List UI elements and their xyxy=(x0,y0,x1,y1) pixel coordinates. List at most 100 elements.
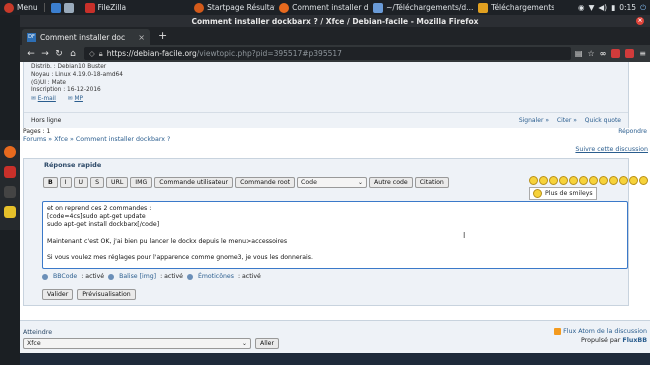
quick-quote-link[interactable]: Quick quote xyxy=(585,117,621,124)
folder-icon xyxy=(478,2,489,13)
smiley-icon[interactable] xyxy=(599,176,608,185)
new-tab-icon[interactable]: + xyxy=(158,29,167,42)
help-icon xyxy=(108,273,115,280)
smiley-icon[interactable] xyxy=(529,176,538,185)
chevron-down-icon: ⌄ xyxy=(241,340,247,347)
taskbar-item-terminal[interactable]: ~/Téléchargements/d... xyxy=(369,0,474,15)
help-icon xyxy=(42,273,48,280)
tab-active[interactable]: DF Comment installer doc × xyxy=(22,29,150,45)
reader-icon[interactable]: ▤ xyxy=(575,49,583,58)
bbcode-link[interactable]: BBCode xyxy=(53,273,77,280)
user-distrib: Distrib. : Debian10 Buster xyxy=(31,64,107,70)
submit-button[interactable]: Valider xyxy=(42,289,74,300)
url-button[interactable]: URL xyxy=(106,177,129,188)
user-command-button[interactable]: Commande utilisateur xyxy=(154,177,234,188)
strike-button[interactable]: S xyxy=(90,177,105,188)
smiley-icon[interactable] xyxy=(549,176,558,185)
user-gui: (G)UI : Mate xyxy=(31,79,66,86)
emoticons-link[interactable]: Émoticônes xyxy=(198,273,234,280)
firefox-icon[interactable] xyxy=(4,146,16,158)
smiley-icon[interactable] xyxy=(619,176,628,185)
img-tag-link[interactable]: Balise [img] xyxy=(119,273,156,280)
footer-section: Atteindre Xfce ⌄ Aller Flux Atom de la d… xyxy=(20,320,650,365)
pagination: Pages : 1 Répondre xyxy=(20,128,650,136)
smiley-icon[interactable] xyxy=(559,176,568,185)
mp-link[interactable]: ✉ MP xyxy=(68,96,88,102)
smiley-icon[interactable] xyxy=(639,176,648,185)
subscribe-link[interactable]: Suivre cette discussion xyxy=(575,146,648,153)
fluxbb-link[interactable]: FluxBB xyxy=(622,337,647,344)
url-path: /viewtopic.php?pid=395517#p395517 xyxy=(196,49,342,58)
navigation-bar: ← → ↻ ⌂ ◇ 🔒︎ https://debian-facile.org/v… xyxy=(20,45,650,62)
filezilla-icon xyxy=(84,2,95,13)
smiley-icon[interactable] xyxy=(569,176,578,185)
form-actions: Valider Prévisualisation xyxy=(42,289,136,300)
home-icon[interactable]: ⌂ xyxy=(66,49,80,59)
go-button[interactable]: Aller xyxy=(255,338,280,349)
quote-link[interactable]: Citer xyxy=(557,117,571,124)
preview-button[interactable]: Prévisualisation xyxy=(77,289,136,300)
breadcrumb-forums[interactable]: Forums xyxy=(23,136,46,143)
more-smileys-link[interactable]: Plus de smileys xyxy=(529,187,597,200)
addon-icon[interactable] xyxy=(611,49,621,58)
quote-button[interactable]: Citation xyxy=(414,177,449,188)
user-registered: Inscription : 16-12-2016 xyxy=(31,87,101,94)
smiley-icon[interactable] xyxy=(609,176,618,185)
report-link[interactable]: Signaler xyxy=(519,117,544,124)
battery-icon[interactable]: ▮ xyxy=(611,3,615,12)
smiley-icon[interactable] xyxy=(579,176,588,185)
side-dock xyxy=(0,140,20,230)
menu-button[interactable]: Menu xyxy=(0,0,42,15)
shield-icon[interactable]: ◇ xyxy=(89,49,95,58)
email-link[interactable]: ✉ E-mail xyxy=(31,96,61,102)
message-textarea[interactable]: et on reprend ces 2 commandes : [code=4c… xyxy=(42,201,628,269)
close-icon[interactable]: × xyxy=(636,17,644,25)
underline-button[interactable]: U xyxy=(73,177,89,188)
terminal-icon[interactable] xyxy=(4,186,16,198)
ublock-icon[interactable] xyxy=(625,49,635,58)
smiley-icon[interactable] xyxy=(589,176,598,185)
smiley-icon[interactable] xyxy=(539,176,548,185)
bookmark-star-icon[interactable]: ☆ xyxy=(587,49,594,58)
url-bar[interactable]: ◇ 🔒︎ https://debian-facile.org/viewtopic… xyxy=(84,47,571,60)
filezilla-icon[interactable] xyxy=(4,166,16,178)
url-domain: https://debian-facile.org xyxy=(106,49,197,58)
breadcrumb-category[interactable]: Xfce xyxy=(54,136,68,143)
other-code-button[interactable]: Autre code xyxy=(369,177,413,188)
breadcrumb-topic[interactable]: Comment installer dockbarx ? xyxy=(76,136,170,143)
code-select[interactable]: Code ⌄ xyxy=(297,177,368,188)
forum-jump-select[interactable]: Xfce ⌄ xyxy=(23,338,251,349)
clock[interactable]: 0:15 xyxy=(619,3,636,12)
taskbar-item-filezilla[interactable]: FileZilla xyxy=(81,0,131,15)
powered-by-label: Propulsé par xyxy=(581,337,621,344)
forward-icon[interactable]: → xyxy=(38,49,52,59)
volume-icon[interactable]: ◀) xyxy=(598,3,607,12)
taskbar-item-downloads[interactable]: Téléchargements xyxy=(474,0,554,15)
bold-button[interactable]: B xyxy=(43,177,58,188)
taskbar-item-startpage[interactable]: Startpage Résultats ... xyxy=(190,0,275,15)
reply-link[interactable]: Répondre xyxy=(618,128,647,136)
browser-window: Comment installer dockbarx ? / Xfce / De… xyxy=(20,15,650,365)
atom-feed-link[interactable]: Flux Atom de la discussion xyxy=(563,328,647,335)
jump-label: Atteindre xyxy=(23,329,53,336)
root-command-button[interactable]: Commande root xyxy=(235,177,296,188)
menu-hamburger-icon[interactable]: ≡ xyxy=(639,49,646,58)
tab-close-icon[interactable]: × xyxy=(138,33,145,42)
notes-icon[interactable] xyxy=(4,206,16,218)
reload-icon[interactable]: ↻ xyxy=(52,49,66,59)
update-icon[interactable]: ◉ xyxy=(578,3,585,12)
extension-icon[interactable]: ∞ xyxy=(600,49,607,58)
network-icon[interactable]: ▼ xyxy=(589,3,595,12)
taskbar-item-firefox[interactable]: Comment installer d... xyxy=(275,0,369,15)
window-title: Comment installer dockbarx ? / Xfce / De… xyxy=(191,16,479,26)
back-icon[interactable]: ← xyxy=(24,49,38,59)
firefox-icon xyxy=(279,2,290,13)
lock-icon[interactable]: 🔒︎ xyxy=(99,49,103,59)
taskbar-launcher[interactable] xyxy=(47,0,81,15)
img-button[interactable]: IMG xyxy=(130,177,153,188)
terminal-icon xyxy=(50,2,61,13)
italic-button[interactable]: I xyxy=(59,177,72,188)
power-icon[interactable]: ⏻ xyxy=(640,3,646,13)
format-status: BBCode: activé Balise [img]: activé Émot… xyxy=(42,273,261,280)
smiley-icon[interactable] xyxy=(629,176,638,185)
